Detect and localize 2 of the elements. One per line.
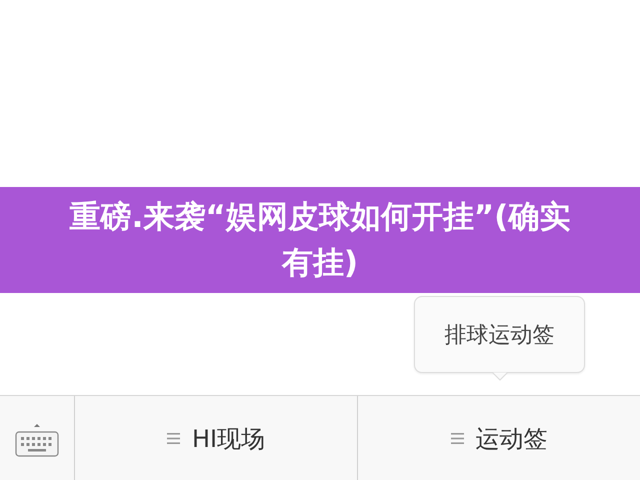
tooltip: 排球运动签 bbox=[414, 296, 585, 373]
banner-title: 重磅.来袭“娱网皮球如何开挂”(确实有挂) bbox=[68, 198, 572, 283]
